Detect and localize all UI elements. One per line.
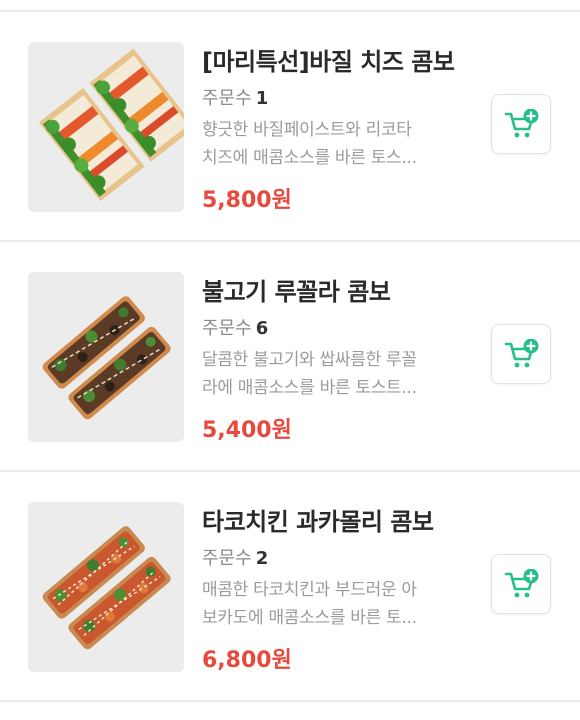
order-count-label: 주문수 — [202, 88, 252, 109]
description-line: 치즈에 매콤소스를 바른 토스... — [202, 148, 417, 168]
menu-item-bulgogi-arugula-combo[interactable]: 불고기 루꼴라 콤보 주문수 6 달콤한 불고기와 쌉싸름한 루꼴 라에 매콤소스… — [0, 242, 580, 470]
item-price: 5,400원 — [202, 418, 292, 443]
item-title: 타코치킨 과카몰리 콤보 — [202, 508, 434, 536]
divider — [0, 700, 580, 702]
taco-chicken-guacamole-toast-image — [28, 502, 184, 672]
menu-item-basil-cheese-combo[interactable]: [마리특선]바질 치즈 콤보 주문수 1 향긋한 바질페이스트와 리코타 치즈에 … — [0, 12, 580, 240]
item-description: 매콤한 타코치킨과 부드러운 아 보카도에 매콤소스를 바른 토... — [202, 576, 460, 632]
order-count: 주문수 2 — [202, 544, 268, 570]
description-line: 향긋한 바질페이스트와 리코타 — [202, 120, 412, 140]
item-price: 5,800원 — [202, 188, 292, 213]
menu-list: [마리특선]바질 치즈 콤보 주문수 1 향긋한 바질페이스트와 리코타 치즈에 … — [0, 0, 580, 720]
item-title: 불고기 루꼴라 콤보 — [202, 278, 391, 306]
item-title: [마리특선]바질 치즈 콤보 — [202, 48, 455, 76]
order-count-label: 주문수 — [202, 318, 252, 339]
description-line: 보카도에 매콤소스를 바른 토... — [202, 608, 417, 628]
add-to-cart-button[interactable] — [491, 554, 551, 614]
item-description: 달콤한 불고기와 쌉싸름한 루꼴 라에 매콤소스를 바른 토스트... — [202, 346, 460, 402]
add-to-cart-icon — [504, 109, 539, 138]
order-count-value: 1 — [255, 88, 269, 109]
order-count-label: 주문수 — [202, 548, 252, 569]
add-to-cart-button[interactable] — [491, 324, 551, 384]
menu-item-taco-chicken-guacamole-combo[interactable]: 타코치킨 과카몰리 콤보 주문수 2 매콤한 타코치킨과 부드러운 아 보카도에 … — [0, 472, 580, 700]
basil-cheese-sandwich-image — [28, 42, 184, 212]
add-to-cart-button[interactable] — [491, 94, 551, 154]
order-count: 주문수 6 — [202, 314, 268, 340]
add-to-cart-icon — [504, 569, 539, 598]
order-count-value: 6 — [255, 318, 269, 339]
description-line: 라에 매콤소스를 바른 토스트... — [202, 378, 417, 398]
order-count: 주문수 1 — [202, 84, 268, 110]
bulgogi-arugula-toast-image — [28, 272, 184, 442]
description-line: 달콤한 불고기와 쌉싸름한 루꼴 — [202, 350, 417, 370]
item-price: 6,800원 — [202, 648, 292, 673]
add-to-cart-icon — [504, 339, 539, 368]
order-count-value: 2 — [255, 548, 269, 569]
item-description: 향긋한 바질페이스트와 리코타 치즈에 매콤소스를 바른 토스... — [202, 116, 460, 172]
description-line: 매콤한 타코치킨과 부드러운 아 — [202, 580, 417, 600]
